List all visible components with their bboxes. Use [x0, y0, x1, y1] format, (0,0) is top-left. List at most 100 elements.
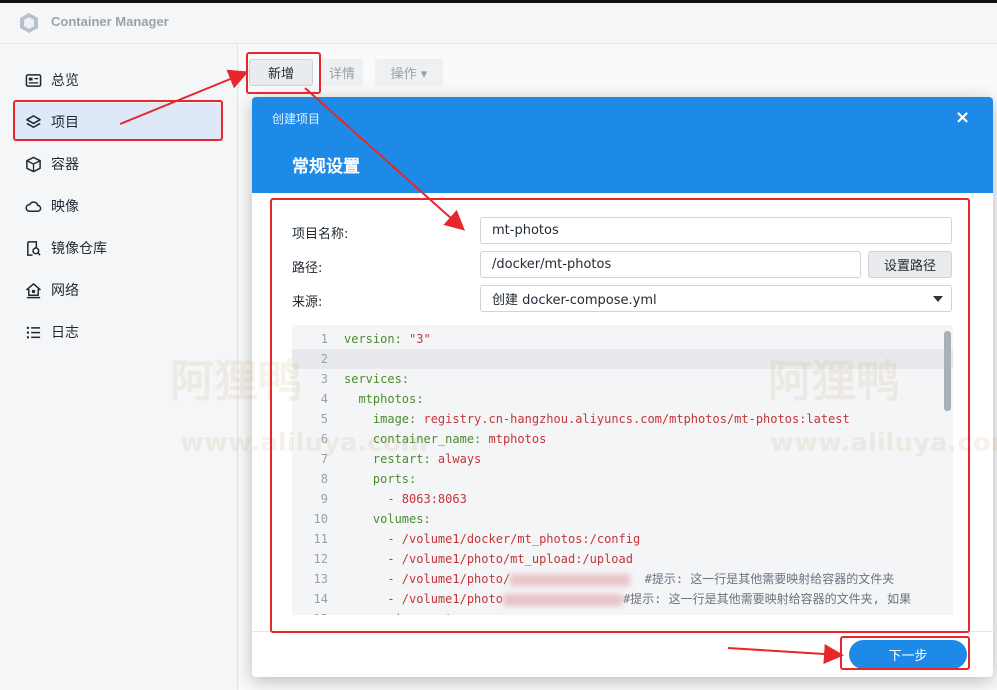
cloud-icon	[24, 197, 42, 215]
code-line: 6 container_name: mtphotos	[292, 429, 953, 449]
code-line: 4 mtphotos:	[292, 389, 953, 409]
code-line: 1 version: "3"	[292, 329, 953, 349]
code-key: version:	[344, 332, 410, 346]
registry-search-icon	[24, 239, 42, 257]
code-text: services:	[344, 369, 409, 389]
line-number: 1	[320, 332, 328, 346]
code-text: - /volume1/photo/mt_upload:/upload	[344, 549, 633, 569]
cube-icon	[24, 155, 42, 173]
code-key: mtphotos:	[344, 392, 424, 406]
layers-icon	[24, 113, 42, 131]
code-comment: #提示: 这一行是其他需要映射给容器的文件夹	[630, 572, 895, 586]
code-line: 13 - /volume1/photo/ #提示: 这一行是其他需要映射给容器的…	[292, 569, 953, 589]
editor-scrollbar[interactable]	[944, 331, 951, 411]
line-number: 13	[313, 572, 328, 586]
source-label: 来源:	[292, 295, 323, 310]
line-number: 7	[320, 452, 328, 466]
path-input[interactable]: /docker/mt-photos	[480, 251, 861, 278]
sidebar-item-images[interactable]: 映像	[14, 187, 222, 225]
sidebar-item-label: 镜像仓库	[51, 241, 107, 257]
code-line: 14 - /volume1/photo #提示: 这一行是其他需要映射给容器的文件…	[292, 589, 953, 609]
code-text: mtphotos:	[344, 389, 423, 409]
new-button[interactable]: 新增	[249, 59, 313, 86]
code-value: always	[437, 452, 482, 466]
sidebar-item-registry[interactable]: 镜像仓库	[14, 229, 222, 267]
sidebar-item-logs[interactable]: 日志	[14, 313, 222, 351]
code-value: registry.cn-hangzhou.aliyuncs.com/mtphot…	[423, 412, 850, 426]
sidebar-item-label: 日志	[51, 325, 79, 341]
line-number: 6	[320, 432, 328, 446]
network-home-icon	[24, 281, 42, 299]
code-text: ports:	[344, 469, 416, 489]
redacted-path	[502, 593, 623, 606]
compose-code-editor[interactable]: 15 environment:14 - /volume1/photo#提示: 这…	[292, 325, 953, 615]
code-line: 11 - /volume1/docker/mt_photos:/config	[292, 529, 953, 549]
line-number: 2	[320, 352, 328, 366]
code-text: - /volume1/photo/ #提示: 这一行是其他需要映射给容器的文件夹	[344, 569, 894, 589]
code-value: "3"	[409, 332, 431, 346]
next-button[interactable]: 下一步	[849, 640, 967, 669]
code-line: 12 - /volume1/photo/mt_upload:/upload	[292, 549, 953, 569]
code-line: 15 environment:	[292, 609, 953, 615]
close-icon[interactable]: ×	[955, 107, 970, 128]
sidebar-item-network[interactable]: 网络	[14, 271, 222, 309]
sidebar-item-label: 项目	[51, 115, 79, 131]
sidebar-item-containers[interactable]: 容器	[14, 145, 222, 183]
line-number: 4	[320, 392, 328, 406]
code-text: environment:	[344, 609, 460, 615]
code-text: container_name: mtphotos	[344, 429, 546, 449]
project-name-label: 项目名称:	[292, 227, 349, 242]
code-comment: #提示: 这一行是其他需要映射给容器的文件夹, 如果	[622, 592, 912, 606]
line-number: 12	[313, 552, 328, 566]
line-number: 5	[320, 412, 328, 426]
code-line: 2	[292, 349, 953, 369]
line-number: 10	[313, 512, 328, 526]
code-line: 10 volumes:	[292, 509, 953, 529]
line-number: 3	[320, 372, 328, 386]
line-number: 9	[320, 492, 328, 506]
code-value: - /volume1/photo	[344, 592, 503, 606]
code-line: 5 image: registry.cn-hangzhou.aliyuncs.c…	[292, 409, 953, 429]
app-title: Container Manager	[51, 14, 169, 29]
code-text: image: registry.cn-hangzhou.aliyuncs.com…	[344, 409, 850, 429]
sidebar-item-overview[interactable]: 总览	[14, 61, 222, 99]
title-bar: Container Manager	[0, 0, 997, 44]
sidebar: 总览 项目 容器 映像 镜像仓库 网络 日志	[0, 44, 238, 690]
line-number: 8	[320, 472, 328, 486]
dialog-subtitle: 常规设置	[292, 157, 360, 177]
sidebar-item-label: 网络	[51, 283, 79, 299]
overview-icon	[24, 71, 42, 89]
dialog-title: 创建项目	[272, 112, 321, 126]
line-number: 14	[313, 592, 328, 606]
sidebar-item-label: 总览	[51, 73, 79, 89]
code-value: - /volume1/photo/	[344, 572, 511, 586]
code-key: container_name:	[344, 432, 489, 446]
code-key: environment:	[344, 612, 460, 615]
window-top-edge	[0, 0, 997, 3]
code-text: - 8063:8063	[344, 489, 467, 509]
code-value: - /volume1/photo/mt_upload:/upload	[344, 552, 633, 566]
code-value: - 8063:8063	[344, 492, 467, 506]
sidebar-item-label: 映像	[51, 199, 79, 215]
code-text: restart: always	[344, 449, 481, 469]
code-line: 9 - 8063:8063	[292, 489, 953, 509]
project-name-input[interactable]: mt-photos	[480, 217, 952, 244]
code-text: volumes:	[344, 509, 431, 529]
code-line: 7 restart: always	[292, 449, 953, 469]
code-value: - /volume1/docker/mt_photos:/config	[344, 532, 641, 546]
line-number: 11	[313, 532, 328, 546]
source-select[interactable]: 创建 docker-compose.yml	[480, 285, 952, 312]
code-key: image:	[344, 412, 424, 426]
action-dropdown-button[interactable]: 操作 ▾	[375, 59, 443, 86]
sidebar-item-projects[interactable]: 项目	[14, 103, 222, 141]
source-select-value: 创建 docker-compose.yml	[492, 293, 657, 308]
container-manager-logo-icon	[18, 12, 40, 34]
code-key: services:	[344, 372, 410, 386]
detail-button[interactable]: 详情	[321, 59, 363, 86]
code-text: version: "3"	[344, 329, 431, 349]
code-value: mtphotos	[488, 432, 547, 446]
code-key: ports:	[344, 472, 417, 486]
set-path-button[interactable]: 设置路径	[868, 251, 952, 278]
code-line: 8 ports:	[292, 469, 953, 489]
dialog-footer-divider	[252, 631, 993, 632]
